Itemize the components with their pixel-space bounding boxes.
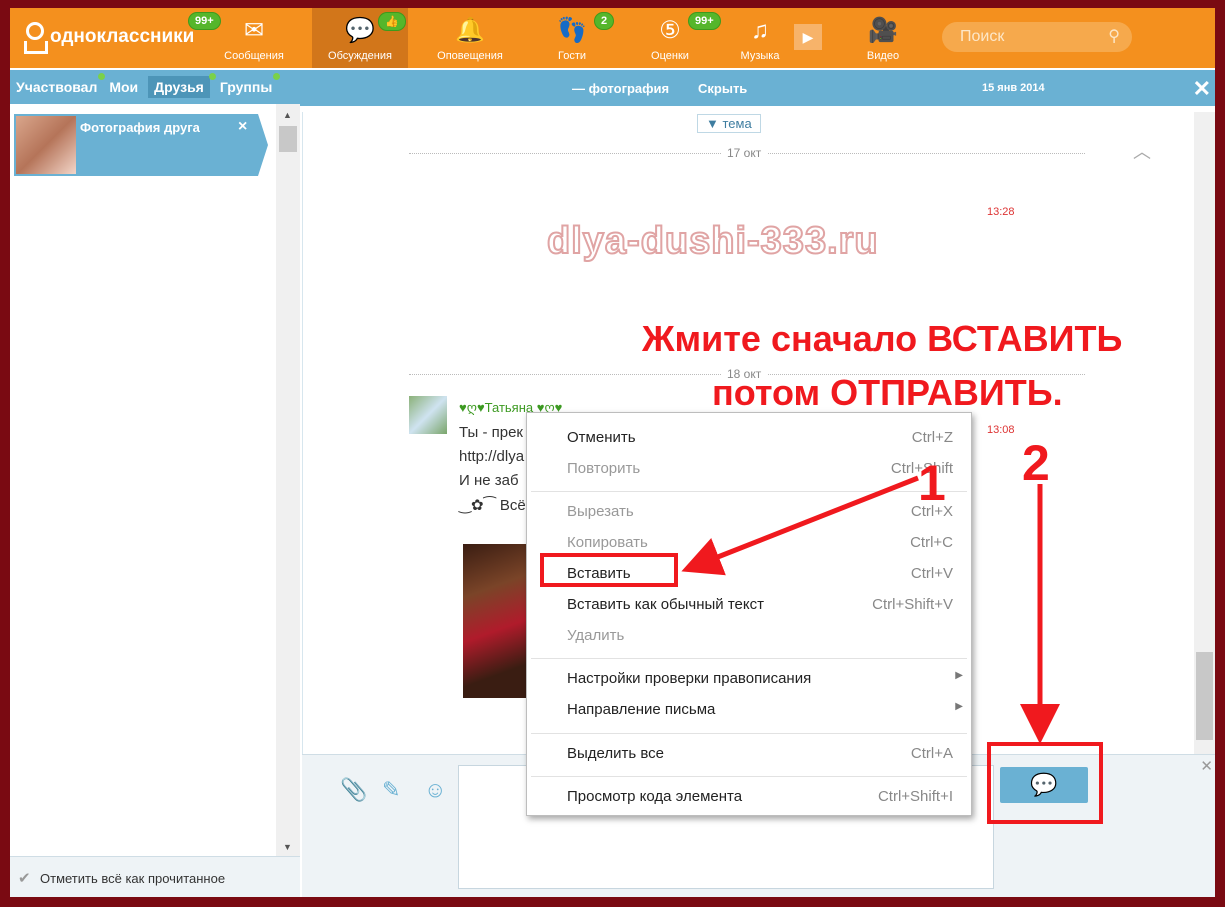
- arrow-to-paste: [681, 475, 919, 576]
- annotation-arrows: [681, 475, 1060, 744]
- app-window: одноклассники ✉ Сообщения 99+ 💬 Обсужден…: [10, 8, 1215, 897]
